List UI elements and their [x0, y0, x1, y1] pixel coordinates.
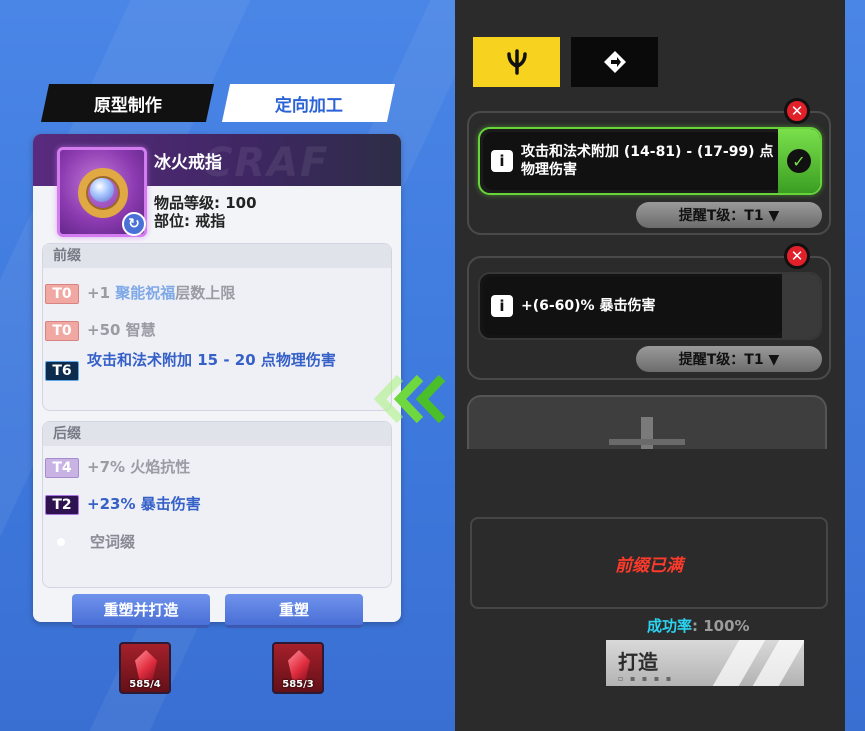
status-message: 前缀已满 — [615, 555, 683, 576]
success-rate: 成功率: 100% — [647, 615, 750, 636]
affix-text: +7% 火焰抗性 — [87, 458, 191, 476]
target-mod-1[interactable]: i 攻击和法术附加 (14-81) - (17-99) 点物理伤害 ✓ — [478, 127, 822, 195]
tier-badge: T2 — [45, 495, 79, 515]
affix-suffix-text: 层数上限 — [175, 284, 236, 302]
close-icon[interactable]: ✕ — [784, 243, 810, 269]
target-mod-text: 攻击和法术附加 (14-81) - (17-99) 点物理伤害 — [521, 144, 774, 178]
item-slot: 部位: 戒指 — [154, 212, 226, 230]
trident-icon[interactable] — [473, 37, 560, 87]
prefix-affix-1: T0 +1 聚能祝福层数上限 — [45, 284, 235, 304]
suffix-affix-empty: 空词缀 — [45, 533, 135, 551]
info-icon[interactable]: i — [491, 150, 513, 172]
gem-icon — [90, 178, 114, 202]
right-edge-background — [845, 0, 865, 731]
crystal-material-2[interactable]: 585/3 — [272, 642, 324, 694]
forge-button-label: 打造 — [618, 650, 658, 674]
affix-text: 攻击和法术附加 15 - 20 点物理伤害 — [87, 351, 336, 369]
success-rate-value: : 100% — [692, 617, 750, 635]
remind-tier-dropdown-2[interactable]: 提醒T级：T1 ▼ — [636, 346, 822, 372]
target-mod-text: +(6-60)% 暴击伤害 — [521, 298, 656, 314]
tab-prototype[interactable]: 原型制作 — [40, 84, 215, 122]
suffix-affix-1: T4 +7% 火焰抗性 — [45, 458, 190, 478]
status-box: 前缀已满 — [470, 517, 828, 609]
tier-badge: T0 — [45, 284, 79, 304]
prefix-affix-3: T6 攻击和法术附加 15 - 20 点物理伤害 — [45, 351, 345, 381]
trident-icon-glyph — [506, 49, 527, 75]
affix-text: 空词缀 — [90, 533, 136, 551]
ring-item-icon[interactable]: ↻ — [57, 147, 147, 237]
check-icon: ✓ — [787, 149, 811, 173]
prefix-affix-2: T0 +50 智慧 — [45, 321, 156, 341]
tab-directed-processing[interactable]: 定向加工 — [221, 84, 396, 122]
remind-tier-dropdown-1[interactable]: 提醒T级：T1 ▼ — [636, 202, 822, 228]
reshape-button[interactable]: 重塑 — [225, 594, 363, 628]
tier-badge: T6 — [45, 361, 79, 381]
affix-keyword[interactable]: 聚能祝福 — [115, 284, 175, 302]
material-count: 585/4 — [129, 679, 161, 690]
item-card: CRAF ↻ 冰火戒指 物品等级: 100 部位: 戒指 前缀 T0 +1 聚能… — [33, 134, 401, 622]
empty-dot-icon — [57, 538, 65, 546]
tier-badge: T4 — [45, 458, 79, 478]
crystal-material-1[interactable]: 585/4 — [119, 642, 171, 694]
refresh-icon: ↻ — [122, 212, 146, 236]
add-target-slot[interactable] — [467, 395, 827, 449]
diamond-arrow-icon[interactable] — [571, 37, 658, 87]
tab-prototype-label: 原型制作 — [93, 95, 162, 116]
suffix-affix-2: T2 +23% 暴击伤害 — [45, 495, 201, 515]
reshape-and-forge-button[interactable]: 重塑并打造 — [72, 594, 210, 628]
affix-text: +50 智慧 — [87, 321, 156, 339]
target-mod-2[interactable]: i +(6-60)% 暴击伤害 — [478, 272, 822, 340]
tier-badge: T0 — [45, 321, 79, 341]
chevron-left-icon — [373, 374, 446, 424]
forge-button[interactable]: 打造 ▫ ▪ ▪ ▪ ▪ — [606, 640, 804, 686]
tab-directed-label: 定向加工 — [274, 95, 343, 116]
info-icon[interactable]: i — [491, 295, 513, 317]
close-icon[interactable]: ✕ — [784, 98, 810, 124]
success-rate-label: 成功率 — [647, 617, 693, 635]
affix-prefix-text: +1 — [87, 284, 116, 302]
affix-text: +23% 暴击伤害 — [87, 495, 201, 513]
crystal-icon — [135, 650, 157, 680]
item-name: 冰火戒指 — [154, 153, 222, 173]
prefix-title: 前缀 — [43, 244, 391, 268]
crystal-icon — [288, 650, 310, 680]
diamond-arrow-icon-glyph — [603, 51, 626, 73]
material-count: 585/3 — [282, 679, 314, 690]
suffix-title: 后缀 — [43, 422, 391, 446]
